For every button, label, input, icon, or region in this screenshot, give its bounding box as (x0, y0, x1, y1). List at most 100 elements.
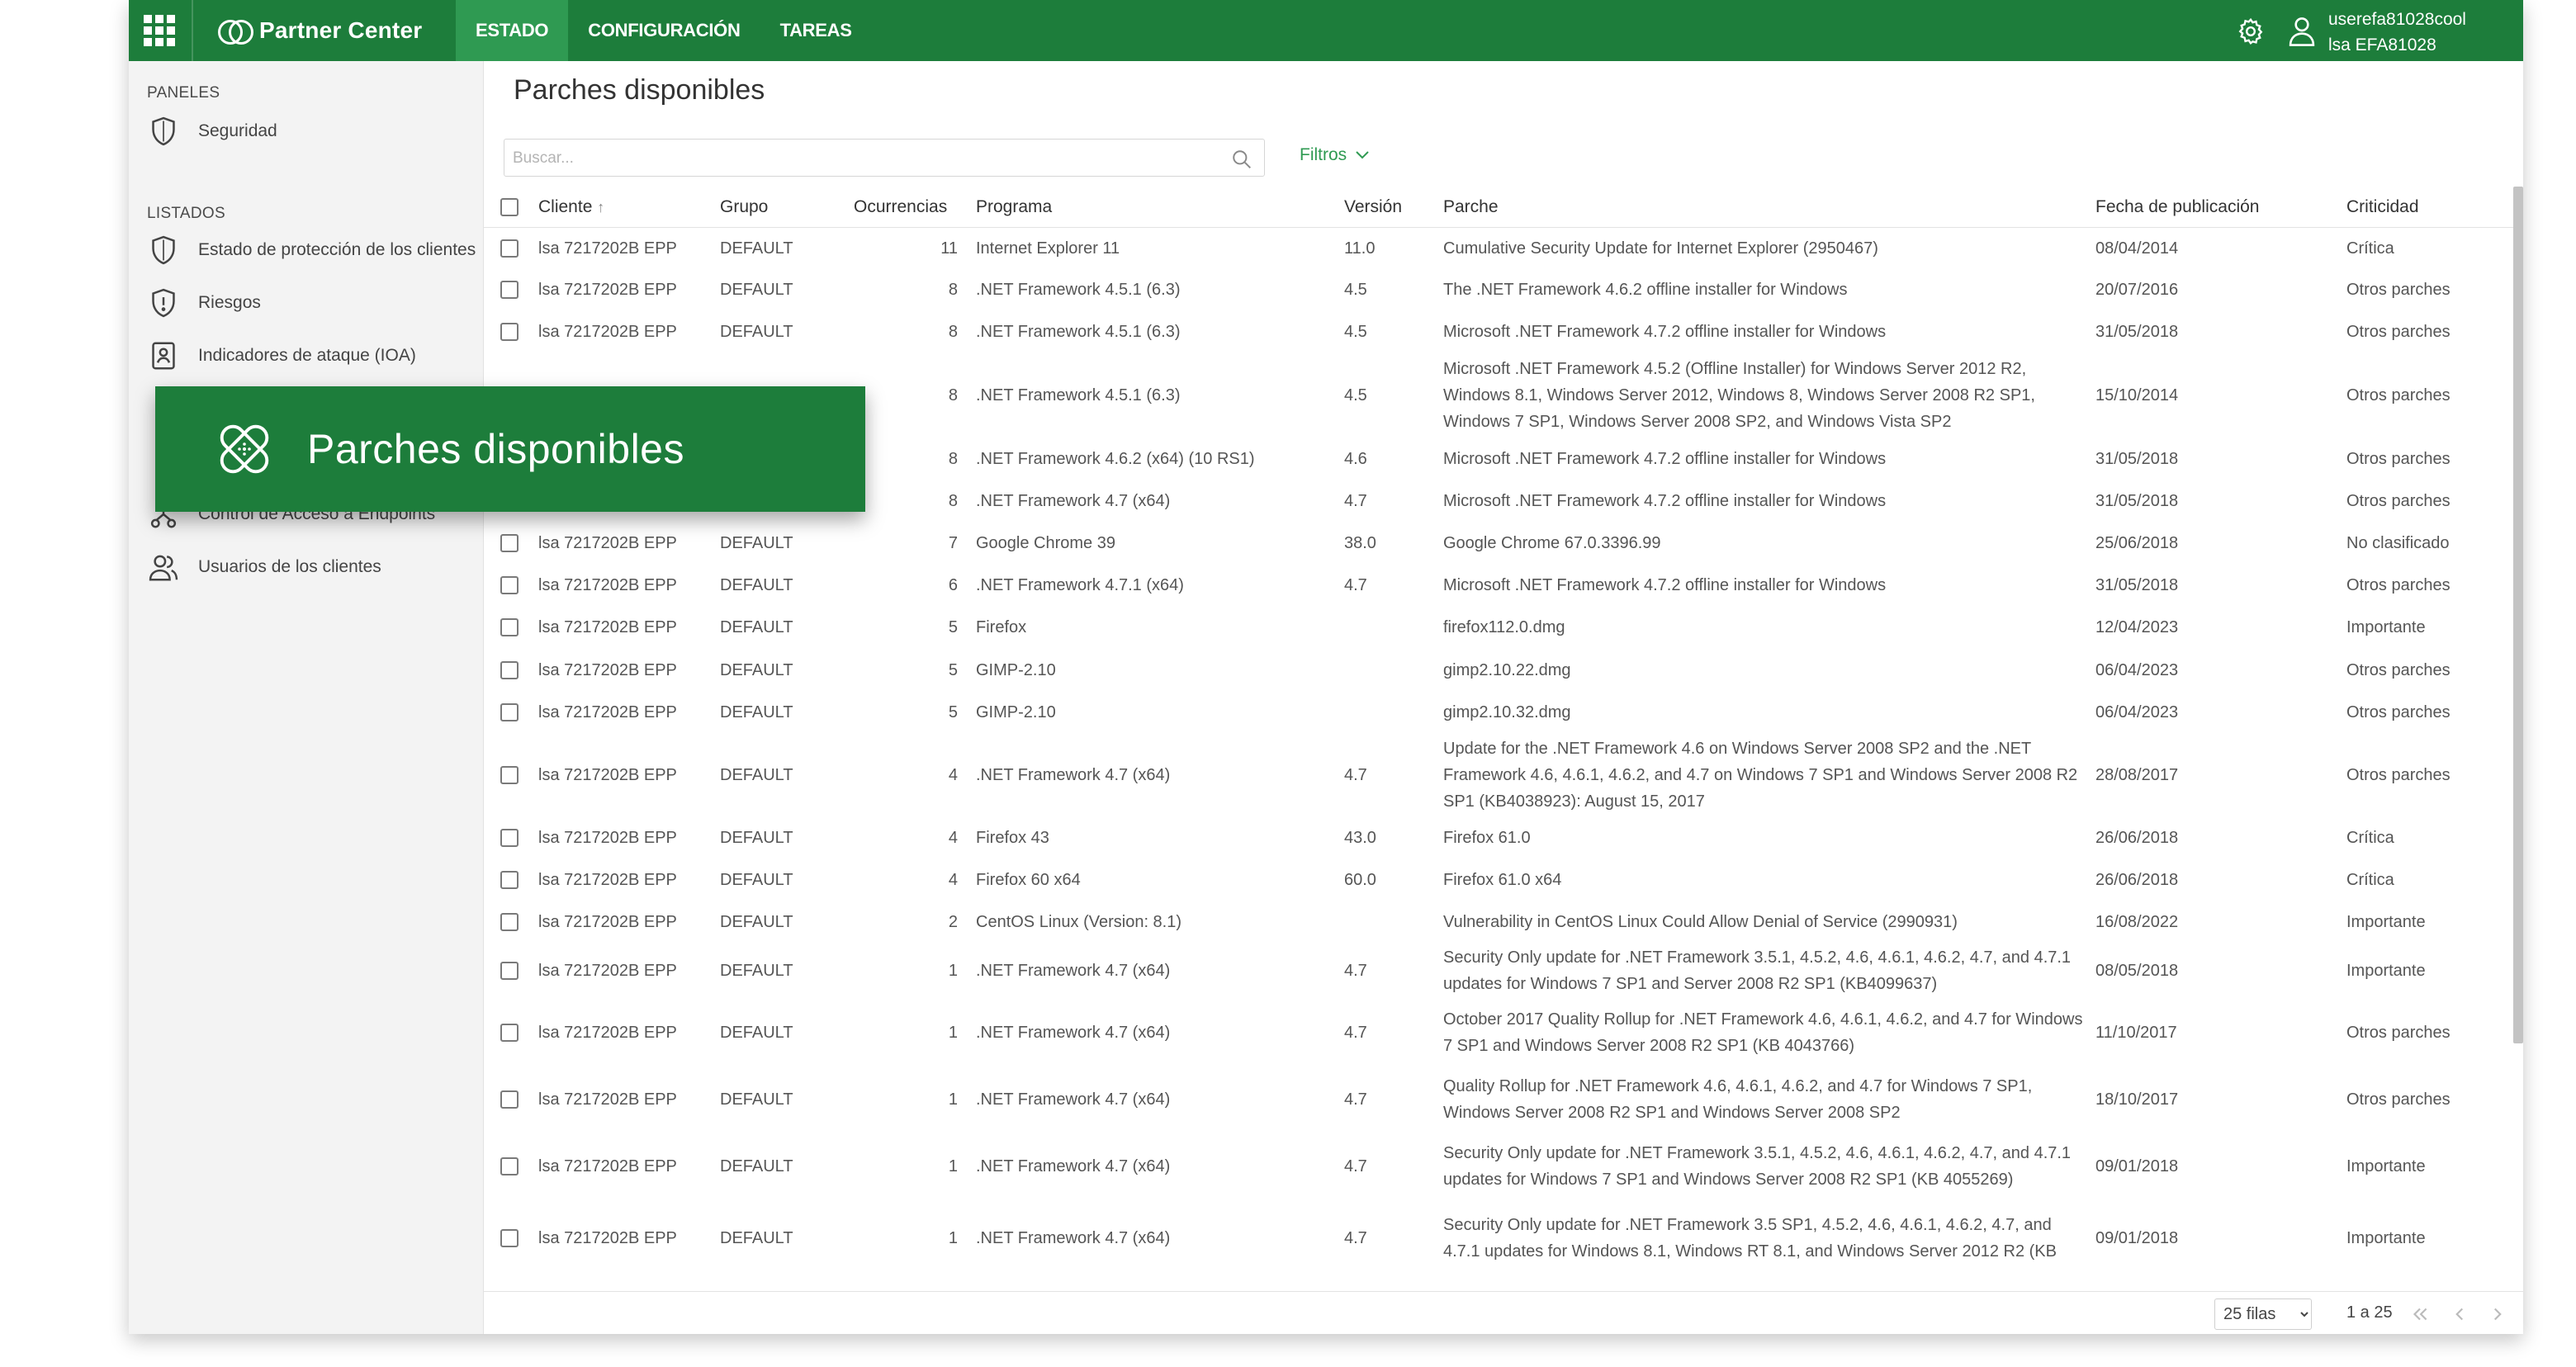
cell-criticidad: Importante (2346, 1229, 2426, 1247)
cell-parche: Cumulative Security Update for Internet … (1443, 239, 1878, 258)
select-all-checkbox[interactable] (500, 198, 519, 216)
table-row[interactable]: lsa 7217202B EPP DEFAULT 5 GIMP-2.10 gimp2.1… (484, 692, 2513, 733)
users-icon (147, 551, 180, 584)
row-checkbox[interactable] (500, 1157, 519, 1175)
table-row[interactable]: lsa 7217202B EPP DEFAULT 1 .NET Framework 4… (484, 1200, 2513, 1276)
cell-cliente: lsa 7217202B EPP (538, 618, 677, 636)
cell-programa: GIMP-2.10 (976, 661, 1056, 679)
column-header-label: Cliente (538, 197, 593, 216)
nav-configuracion[interactable]: CONFIGURACIÓN (568, 0, 760, 61)
cell-programa: .NET Framework 4.5.1 (6.3) (976, 281, 1181, 299)
cell-ocurrencias: 1 (948, 962, 958, 980)
cell-programa: .NET Framework 4.7 (x64) (976, 766, 1171, 784)
cell-grupo: DEFAULT (720, 576, 793, 594)
cell-grupo: DEFAULT (720, 766, 793, 784)
previous-page-icon[interactable] (2449, 1303, 2470, 1325)
user-icon[interactable] (2287, 15, 2317, 46)
user-info[interactable]: userefa81028cool lsa EFA81028 (2328, 7, 2520, 58)
cell-grupo: DEFAULT (720, 829, 793, 847)
nav-tareas[interactable]: TAREAS (760, 0, 872, 61)
sidebar-item-riesgos[interactable]: Riesgos (147, 284, 477, 322)
cell-parche: Google Chrome 67.0.3396.99 (1443, 534, 1661, 552)
table-row[interactable]: lsa 7217202B EPP DEFAULT 5 Firefox firefox11… (484, 606, 2513, 649)
cell-parche: Update for the .NET Framework 4.6 on Win… (1443, 740, 2078, 811)
cell-programa: .NET Framework 4.5.1 (6.3) (976, 386, 1181, 404)
row-checkbox[interactable] (500, 1090, 519, 1109)
next-page-icon[interactable] (2487, 1303, 2508, 1325)
table-row[interactable]: lsa 7217202B EPP DEFAULT 1 .NET Framework 4… (484, 999, 2513, 1067)
brand[interactable]: Partner Center (218, 15, 422, 46)
row-checkbox[interactable] (500, 871, 519, 889)
table-row[interactable]: lsa 7217202B EPP DEFAULT 4 Firefox 43 43.0 Fi… (484, 817, 2513, 859)
row-checkbox[interactable] (500, 618, 519, 636)
cell-version: 4.6 (1344, 450, 1367, 468)
row-checkbox[interactable] (500, 239, 519, 258)
row-checkbox[interactable] (500, 281, 519, 299)
apps-grid-icon[interactable] (144, 15, 175, 46)
filters-button[interactable]: Filtros (1300, 145, 1370, 165)
cell-grupo: DEFAULT (720, 1024, 793, 1042)
table-row[interactable]: lsa 7217202B EPP DEFAULT 1 .NET Framework 4… (484, 1067, 2513, 1133)
column-header-grupo[interactable]: Grupo (720, 187, 768, 228)
cell-parche: Quality Rollup for .NET Framework 4.6, 4… (1443, 1077, 2033, 1122)
table-row[interactable]: lsa 7217202B EPP DEFAULT 4 Firefox 60 x64 60… (484, 859, 2513, 901)
cell-cliente: lsa 7217202B EPP (538, 829, 677, 847)
cell-version: 4.7 (1344, 492, 1367, 510)
gear-icon[interactable] (2236, 17, 2266, 46)
row-checkbox[interactable] (500, 962, 519, 980)
row-checkbox[interactable] (500, 703, 519, 721)
sidebar-item-ioa[interactable]: Indicadores de ataque (IOA) (147, 337, 477, 375)
sidebar-section-listados: LISTADOS (147, 205, 225, 222)
search-input[interactable] (513, 146, 1223, 171)
column-header-programa[interactable]: Programa (976, 187, 1052, 228)
column-header-version[interactable]: Versión (1344, 187, 1402, 228)
sidebar-item-usuarios[interactable]: Usuarios de los clientes (147, 548, 477, 586)
cell-fecha: 06/04/2023 (2095, 703, 2179, 721)
row-checkbox[interactable] (500, 323, 519, 341)
cell-ocurrencias: 1 (948, 1229, 958, 1247)
table-row[interactable]: lsa 7217202B EPP DEFAULT 4 .NET Framework 4… (484, 733, 2513, 817)
column-header-criticidad[interactable]: Criticidad (2346, 187, 2419, 228)
row-checkbox[interactable] (500, 661, 519, 679)
column-header-ocurrencias[interactable]: Ocurrencias (854, 187, 947, 228)
row-checkbox[interactable] (500, 1229, 519, 1247)
table-row[interactable]: lsa 7217202B EPP DEFAULT 8 .NET Framework 4… (484, 310, 2513, 353)
table-row[interactable]: lsa 7217202B EPP DEFAULT 11 Internet Explor… (484, 228, 2513, 269)
row-checkbox[interactable] (500, 576, 519, 594)
table-row[interactable]: lsa 7217202B EPP DEFAULT 7 Google Chrome 39… (484, 522, 2513, 565)
cell-programa: .NET Framework 4.7 (x64) (976, 1157, 1171, 1175)
table-row[interactable]: lsa 7217202B EPP DEFAULT 1 .NET Framework 4… (484, 943, 2513, 999)
cell-grupo: DEFAULT (720, 703, 793, 721)
search-icon[interactable] (1231, 149, 1252, 170)
column-header-fecha[interactable]: Fecha de publicación (2095, 187, 2259, 228)
row-checkbox[interactable] (500, 829, 519, 847)
row-checkbox[interactable] (500, 534, 519, 552)
row-checkbox[interactable] (500, 1024, 519, 1042)
user-name: userefa81028cool (2328, 10, 2466, 29)
nav-estado[interactable]: ESTADO (456, 0, 569, 61)
table-row[interactable]: lsa 7217202B EPP DEFAULT 8 .NET Framework 4… (484, 269, 2513, 310)
cell-fecha: 31/05/2018 (2095, 450, 2179, 468)
cell-cliente: lsa 7217202B EPP (538, 661, 677, 679)
rows-per-page-select[interactable]: 25 filas (2214, 1298, 2312, 1330)
sidebar: PANELES Seguridad LISTADOS Estado de pro… (129, 61, 484, 1334)
cell-cliente: lsa 7217202B EPP (538, 962, 677, 980)
cell-grupo: DEFAULT (720, 871, 793, 889)
table-row[interactable]: lsa 7217202B EPP DEFAULT 6 .NET Framework 4… (484, 565, 2513, 606)
sidebar-item-estado-proteccion[interactable]: Estado de protección de los clientes (147, 231, 477, 269)
cell-version: 4.5 (1344, 323, 1367, 341)
column-header-parche[interactable]: Parche (1443, 187, 1499, 228)
row-checkbox[interactable] (500, 766, 519, 784)
cell-ocurrencias: 11 (940, 239, 958, 258)
cell-grupo: DEFAULT (720, 661, 793, 679)
table-row[interactable]: lsa 7217202B EPP DEFAULT 5 GIMP-2.10 gimp2.1… (484, 649, 2513, 692)
cell-parche: Microsoft .NET Framework 4.5.2 (Offline … (1443, 360, 2035, 431)
vertical-scrollbar[interactable] (2513, 187, 2523, 1043)
table-row[interactable]: lsa 7217202B EPP DEFAULT 1 .NET Framework 4… (484, 1133, 2513, 1200)
column-header-cliente[interactable]: Cliente ↑ (538, 187, 604, 228)
row-checkbox[interactable] (500, 913, 519, 931)
cell-fecha: 12/04/2023 (2095, 618, 2179, 636)
first-page-icon[interactable] (2409, 1303, 2431, 1325)
sidebar-item-seguridad[interactable]: Seguridad (147, 112, 477, 150)
table-row[interactable]: lsa 7217202B EPP DEFAULT 2 CentOS Linux (Ve… (484, 901, 2513, 943)
